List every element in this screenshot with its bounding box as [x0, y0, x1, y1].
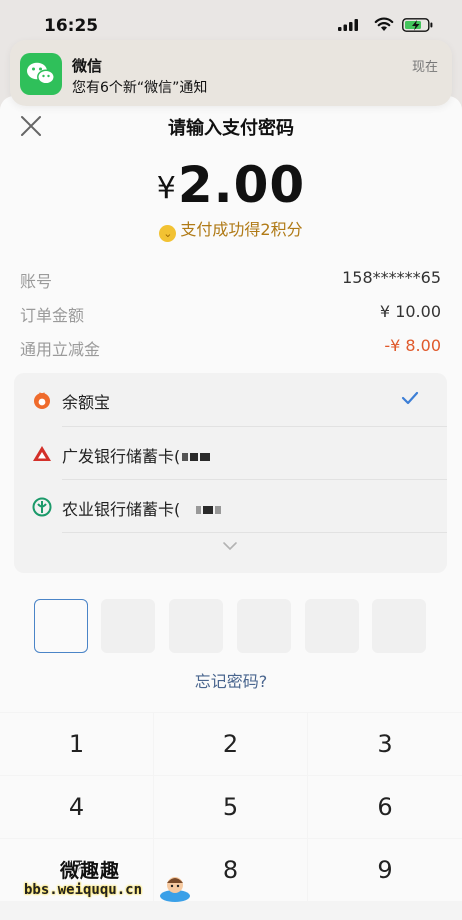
detail-row-order-amount: 订单金额 ¥ 10.00	[20, 302, 441, 326]
payment-method-cgb[interactable]: 广发银行储蓄卡(	[14, 427, 447, 480]
key-2[interactable]: 2	[154, 713, 307, 775]
notification-body: 您有6个新“微信”通知	[72, 80, 208, 96]
notification-banner[interactable]: 微信 您有6个新“微信”通知 现在	[10, 40, 452, 106]
detail-value: 158******65	[342, 268, 441, 287]
forgot-password-link[interactable]: 忘记密码?	[0, 668, 462, 692]
key-5[interactable]: 5	[154, 776, 307, 838]
detail-value: ¥ 10.00	[379, 302, 441, 321]
abc-bank-icon	[32, 497, 52, 517]
payment-amount: ¥2.00	[0, 156, 462, 214]
notification-app-name: 微信	[72, 57, 103, 75]
cellular-signal-icon	[338, 19, 358, 31]
pin-box[interactable]	[305, 599, 359, 653]
payment-method-name: 广发银行储蓄卡(	[62, 443, 211, 467]
pin-box[interactable]	[101, 599, 155, 653]
amount-value: 2.00	[177, 156, 306, 214]
currency-symbol: ¥	[156, 171, 176, 206]
chevron-down-icon[interactable]	[222, 541, 238, 551]
key-6[interactable]: 6	[308, 776, 462, 838]
wechat-app-icon	[20, 53, 62, 95]
yuebao-icon	[34, 392, 50, 409]
pin-box[interactable]	[237, 599, 291, 653]
watermark-mascot-icon	[160, 877, 190, 902]
checkmark-icon	[401, 391, 419, 405]
detail-row-discount: 通用立减金 -¥ 8.00	[20, 336, 441, 360]
reward-notice: ⌄ 支付成功得2积分	[0, 216, 462, 242]
notification-time: 现在	[411, 60, 438, 75]
detail-label: 通用立减金	[20, 340, 101, 359]
detail-label: 订单金额	[20, 306, 85, 325]
pin-box[interactable]	[372, 599, 426, 653]
pin-box[interactable]	[34, 599, 88, 653]
reward-text: 支付成功得2积分	[180, 220, 303, 239]
divider	[62, 532, 447, 533]
key-1[interactable]: 1	[0, 713, 153, 775]
key-3[interactable]: 3	[308, 713, 462, 775]
payment-method-yuebao[interactable]: 余额宝	[14, 373, 447, 426]
payment-method-name: 农业银行储蓄卡(	[62, 496, 222, 520]
payment-method-name: 余额宝	[62, 393, 111, 412]
payment-method-abc[interactable]: 农业银行储蓄卡(	[14, 480, 447, 533]
sheet-title: 请输入支付密码	[168, 118, 294, 139]
detail-row-account: 账号 158******65	[20, 268, 441, 292]
points-coin-icon: ⌄	[159, 225, 177, 242]
cgb-bank-icon	[33, 446, 51, 461]
status-bar: 16:25	[0, 0, 462, 44]
key-4[interactable]: 4	[0, 776, 153, 838]
detail-value: -¥ 8.00	[384, 336, 441, 355]
key-9[interactable]: 9	[308, 839, 462, 901]
watermark-url: bbs.weiququ.cn	[24, 882, 143, 898]
detail-label: 账号	[20, 272, 53, 291]
battery-charging-icon	[402, 18, 433, 32]
status-time: 16:25	[44, 16, 99, 36]
payment-methods-card: 余额宝 广发银行储蓄卡( 农业银行储蓄卡(	[14, 373, 447, 573]
watermark-name: 微趣趣	[60, 860, 121, 882]
pin-box[interactable]	[169, 599, 223, 653]
wifi-icon	[374, 17, 394, 31]
